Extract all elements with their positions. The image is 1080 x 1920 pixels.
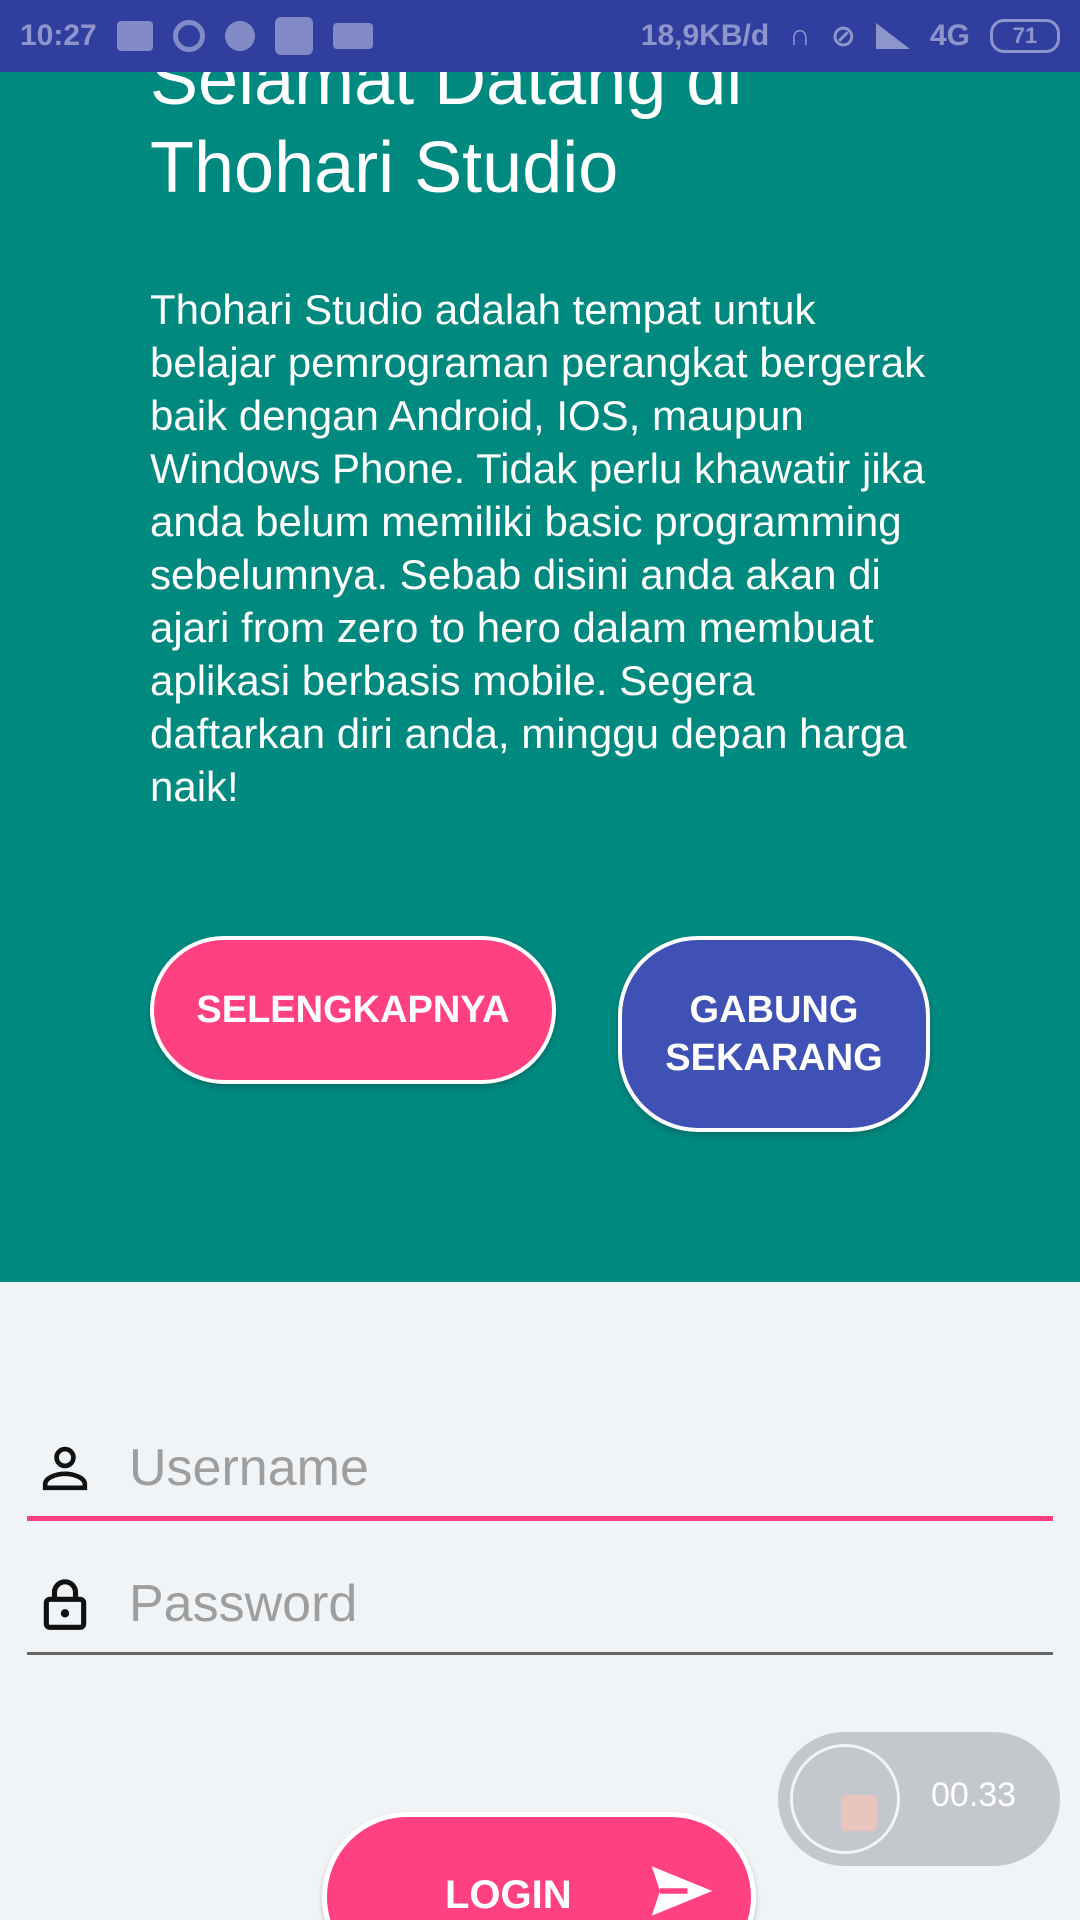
app-screen: Selamat Datang di Thohari Studio Thohari…: [0, 0, 1080, 1920]
stop-recording-button[interactable]: [790, 1744, 900, 1854]
signal-icon: [875, 23, 910, 49]
stop-icon: [841, 1795, 877, 1831]
login-button[interactable]: LOGIN: [322, 1812, 756, 1920]
network-type: 4G: [929, 19, 970, 52]
chrome-notification-icon: [172, 20, 205, 52]
battery-icon: 71: [990, 19, 1060, 53]
recording-timer: 00.33: [931, 1776, 1017, 1814]
app-notification-icon: [274, 17, 313, 55]
password-field[interactable]: Password: [27, 1562, 1053, 1655]
hero-section: Selamat Datang di Thohari Studio Thohari…: [0, 0, 1080, 1282]
headphones-icon: ∩: [789, 19, 811, 52]
video-camera-icon: [332, 23, 373, 49]
password-input[interactable]: Password: [129, 1574, 357, 1634]
bell-muted-icon: ⊘: [830, 19, 856, 53]
login-label: LOGIN: [445, 1873, 572, 1917]
screen-recorder-overlay[interactable]: 00.33: [778, 1732, 1060, 1866]
lock-icon: [43, 1579, 87, 1630]
person-icon: [42, 1446, 88, 1491]
network-speed: 18,9KB/d: [640, 19, 770, 52]
status-bar: 10:27 18,9KB/d ∩ ⊘ 4G 71: [0, 0, 1080, 72]
hero-description: Thohari Studio adalah tempat untuk belaj…: [150, 286, 926, 810]
username-field[interactable]: Username: [27, 1426, 1053, 1521]
message-notification-icon: [116, 21, 153, 51]
dot-notification-icon: [224, 21, 255, 51]
status-time: 10:27: [20, 19, 97, 52]
username-input[interactable]: Username: [129, 1438, 369, 1498]
more-button[interactable]: SELENGKAPNYA: [150, 936, 556, 1084]
send-icon: [651, 1866, 713, 1916]
join-now-button[interactable]: GABUNG SEKARANG: [618, 936, 930, 1132]
